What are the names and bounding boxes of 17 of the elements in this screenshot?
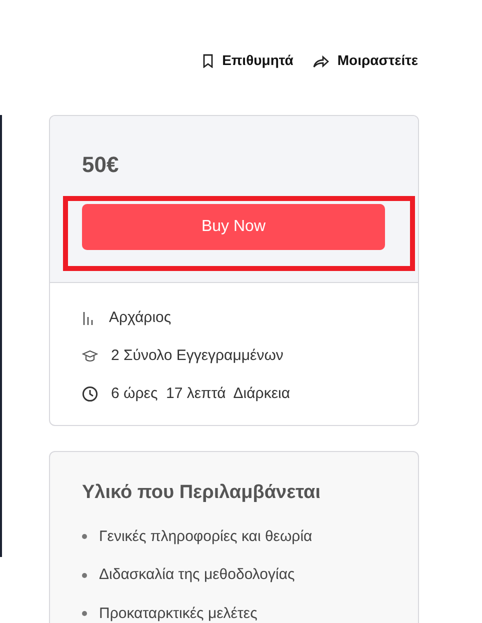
material-item: Διδασκαλία της μεθοδολογίας	[99, 565, 295, 585]
bullet-icon	[82, 534, 87, 540]
material-item: Προκαταρκτικές μελέτες	[99, 604, 258, 623]
price: 50€	[82, 154, 120, 176]
info-text: 6 ώρες 17 λεπτά Διάρκεια	[111, 384, 290, 404]
info-text: 2 Σύνολο Εγγεγραμμένων	[111, 346, 284, 366]
bookmark-icon	[202, 54, 214, 68]
share-icon	[313, 54, 330, 68]
action-link[interactable]: Μοιραστείτε	[313, 50, 418, 71]
graduation-cap-icon	[82, 349, 98, 363]
action-link[interactable]: Επιθυμητά	[202, 50, 294, 71]
bullet-icon	[82, 611, 87, 616]
info-text: Αρχάριος	[109, 308, 172, 328]
clock-icon	[82, 386, 98, 402]
materials-title: Υλικό που Περιλαμβάνεται	[82, 481, 322, 505]
material-item: Γενικές πληροφορίες και θεωρία	[99, 526, 312, 546]
bullet-icon	[82, 572, 87, 578]
